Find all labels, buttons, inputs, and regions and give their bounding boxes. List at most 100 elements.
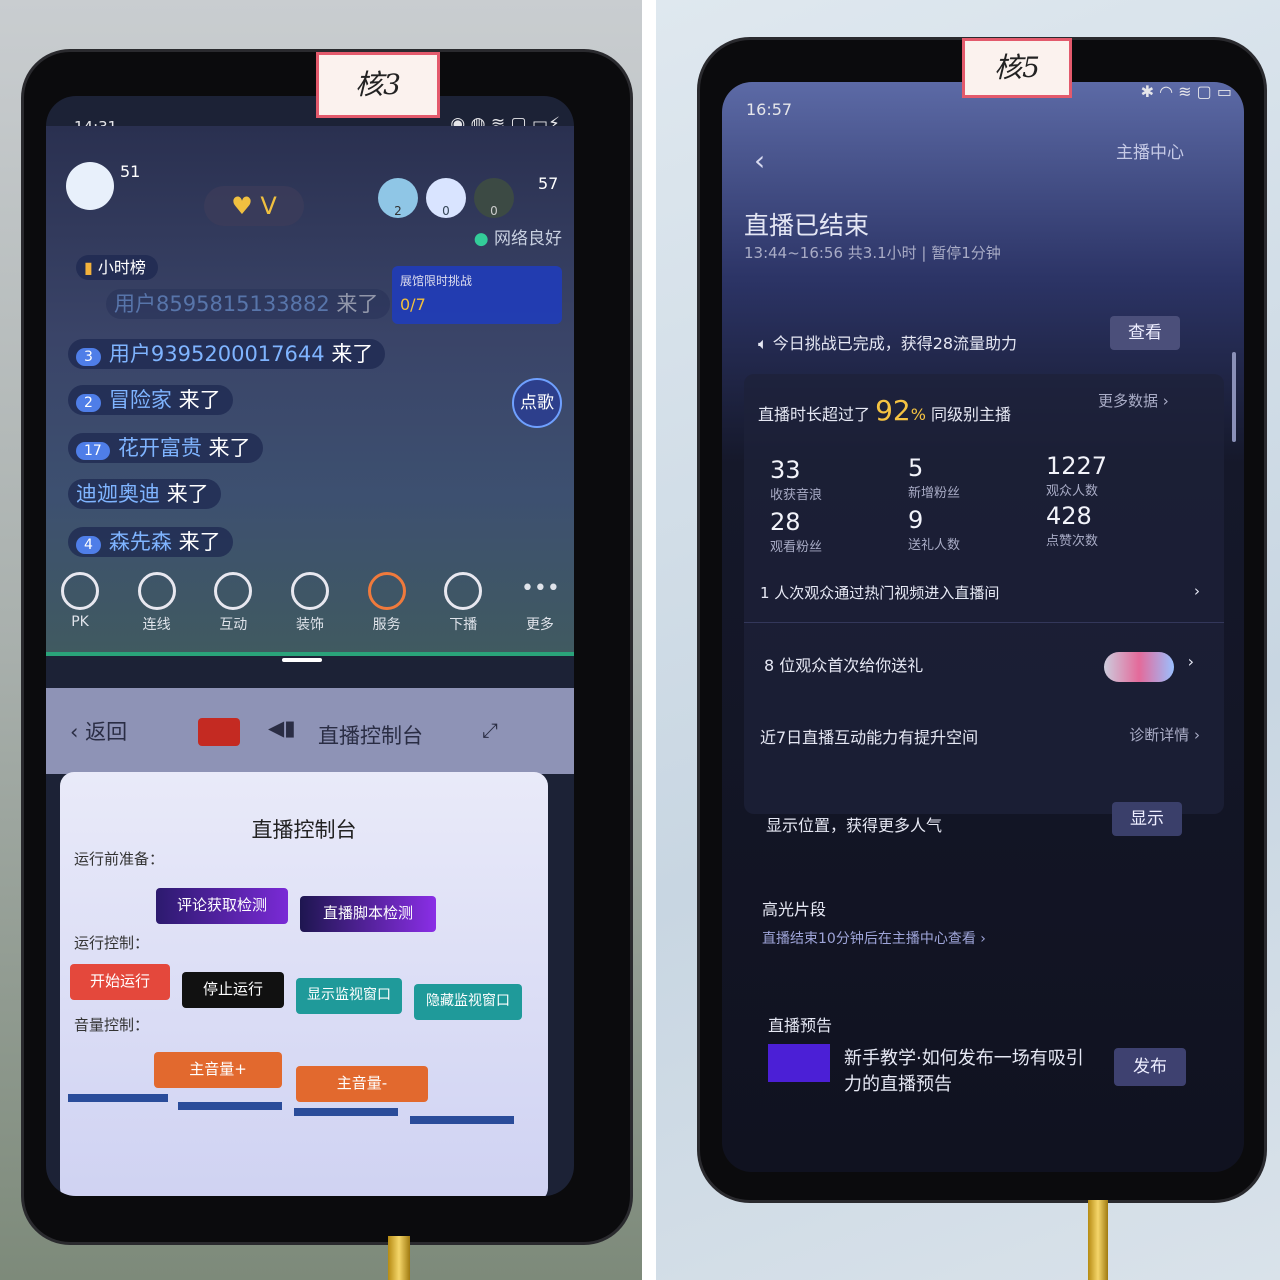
network-status: ● 网络良好 (474, 224, 562, 249)
tool-end-live[interactable]: 下播 (433, 572, 493, 634)
page-title: 直播已结束 (744, 211, 870, 240)
network-label: 网络良好 (494, 229, 562, 249)
sticky-note-label: 核5 (962, 38, 1072, 98)
hide-monitor-button[interactable]: 隐藏监视窗口 (414, 984, 522, 1020)
anchor-center-link[interactable]: 主播中心 (1116, 138, 1184, 163)
expand-icon[interactable]: ⤢ (482, 718, 498, 742)
chat-message: 用户8595815133882 来了 (106, 288, 391, 319)
tool-pk[interactable]: PK (50, 572, 110, 634)
show-location-button[interactable]: 显示 (1112, 802, 1182, 836)
back-button[interactable]: ‹ 返回 (70, 716, 127, 746)
tool-bar: PK 连线 互动 装饰 服务 下播 ••• 更多 (50, 572, 570, 634)
sticky-note-label: 核3 (316, 52, 440, 118)
song-request-button[interactable]: 点歌 (512, 378, 562, 428)
preview-title: 直播预告 (768, 1016, 833, 1035)
divider (46, 652, 574, 656)
comment-check-button[interactable]: 评论获取检测 (156, 888, 288, 924)
script-check-button[interactable]: 直播脚本检测 (300, 896, 436, 932)
preview-thumbnail (768, 1044, 830, 1082)
highlights-title: 高光片段 (762, 900, 827, 919)
audience-avatar[interactable]: 2 (378, 178, 418, 218)
console-panel: 直播控制台 运行前准备： 评论获取检测 直播脚本检测 运行控制： 开始运行 停止… (60, 772, 548, 1196)
challenge-card[interactable]: 展馆限时挑战 0/7 (392, 266, 562, 324)
stat-item: 1227 观众人数 (1046, 452, 1108, 499)
online-count: 57 (538, 174, 559, 193)
gift-row[interactable]: 8 位观众首次给你送礼 › (764, 652, 1194, 682)
drag-handle[interactable] (282, 658, 322, 662)
stop-button[interactable]: 停止运行 (182, 972, 284, 1008)
link-icon (137, 572, 176, 610)
publish-button[interactable]: 发布 (1114, 1048, 1186, 1086)
stat-item: 33 收获音浪 (770, 456, 823, 503)
highlights-link[interactable]: 直播结束10分钟后在主播中心查看 › (762, 928, 986, 948)
stat-item: 9 送礼人数 (908, 506, 961, 553)
audience-avatar[interactable]: 0 (474, 178, 514, 218)
pinwheel-icon (367, 572, 406, 610)
chat-message: 3 用户9395200017644 来了 (68, 338, 386, 369)
chat-message: 2 冒险家 来了 (68, 384, 233, 415)
tool-interact[interactable]: 互动 (203, 572, 263, 634)
record-icon[interactable] (198, 718, 240, 746)
location-text: 显示位置，获得更多人气 (766, 816, 943, 835)
section-prep: 运行前准备： (74, 850, 165, 868)
gifter-avatars (1103, 652, 1174, 682)
control-bar-title: 直播控制台 (318, 724, 423, 748)
view-button[interactable]: 查看 (1110, 316, 1180, 350)
chevron-right-icon: › (1187, 652, 1194, 671)
status-time: 16:57 (746, 100, 793, 119)
tool-decorate[interactable]: 装饰 (280, 572, 340, 634)
speaker-icon: 🔈︎ (758, 334, 773, 353)
show-monitor-button[interactable]: 显示监视窗口 (296, 978, 402, 1014)
tool-service[interactable]: 服务 (357, 572, 417, 634)
status-icons: ✱ ◠ ≋ ▢ ▭ (1140, 82, 1232, 101)
tool-more[interactable]: ••• 更多 (510, 572, 570, 634)
live-stream-view: 51 ♥ V ▮ 小时榜 2 0 0 57 ● 网络良好 展馆限时挑战 0/7 … (46, 126, 574, 656)
fan-badge-icon[interactable]: ♥ V (204, 186, 304, 226)
back-button[interactable]: ‹ (754, 144, 765, 177)
right-phone-screen: 16:57 ✱ ◠ ≋ ▢ ▭ ‹ 主播中心 直播已结束 13:44~16:56… (722, 82, 1244, 1172)
hot-video-row[interactable]: 1 人次观众通过热门视频进入直播间 › (760, 582, 1200, 603)
chevron-left-icon: ‹ (70, 720, 86, 744)
bar-chart-icon: ▮ (84, 258, 93, 277)
chat-message: 17 花开富贵 来了 (68, 432, 263, 463)
interaction-row[interactable]: 近7日直播互动能力有提升空间 诊断详情 › (760, 724, 1200, 748)
more-data-link[interactable]: 更多数据 › (1098, 390, 1169, 411)
cut-off-button[interactable] (178, 1102, 282, 1110)
challenge-progress: 0/7 (400, 295, 426, 314)
cut-off-button[interactable] (294, 1108, 398, 1116)
console-title: 直播控制台 (251, 818, 357, 842)
volume-down-button[interactable]: 主音量- (296, 1066, 428, 1102)
volume-up-button[interactable]: 主音量+ (154, 1052, 282, 1088)
arrow-left-icon[interactable]: ◀▮ (268, 716, 296, 740)
audience-avatar[interactable]: 0 (426, 178, 466, 218)
stat-item: 28 观看粉丝 (770, 508, 823, 555)
more-icon: ••• (520, 576, 560, 601)
hour-rank-label: 小时榜 (97, 258, 146, 277)
section-volume: 音量控制： (74, 1016, 150, 1034)
start-button[interactable]: 开始运行 (70, 964, 170, 1000)
dot-icon: ● (473, 229, 494, 249)
charging-cable (388, 1236, 410, 1280)
streamer-avatar[interactable] (66, 162, 114, 210)
cut-off-button[interactable] (68, 1094, 168, 1102)
left-phone-screen: 14:31 ◉ ◍ ≋ ▢ ▭⚡ 51 ♥ V ▮ 小时榜 2 0 0 57 ●… (46, 96, 574, 1196)
interact-icon (214, 572, 253, 610)
stat-item: 5 新增粉丝 (908, 454, 961, 501)
power-icon (444, 572, 483, 610)
challenge-title: 展馆限时挑战 (400, 274, 473, 288)
cut-off-button[interactable] (410, 1116, 514, 1124)
pk-icon (61, 572, 99, 610)
back-label: 返回 (85, 720, 128, 744)
scrollbar[interactable] (1232, 352, 1236, 442)
hour-rank-button[interactable]: ▮ 小时榜 (76, 254, 158, 280)
divider (744, 622, 1224, 623)
wand-icon (290, 572, 329, 610)
summary-line: 直播时长超过了 92% 同级别主播 (758, 394, 1012, 427)
chevron-right-icon: › (1194, 582, 1200, 600)
tool-connect[interactable]: 连线 (127, 572, 187, 634)
challenge-text: 今日挑战已完成，获得28流量助力 (772, 334, 1018, 353)
challenge-row: 🔈︎ 今日挑战已完成，获得28流量助力 (758, 330, 1017, 354)
diagnose-link: 诊断详情 (1129, 726, 1190, 744)
stat-item: 428 点赞次数 (1046, 502, 1099, 549)
percent-value: 92 (875, 394, 911, 427)
